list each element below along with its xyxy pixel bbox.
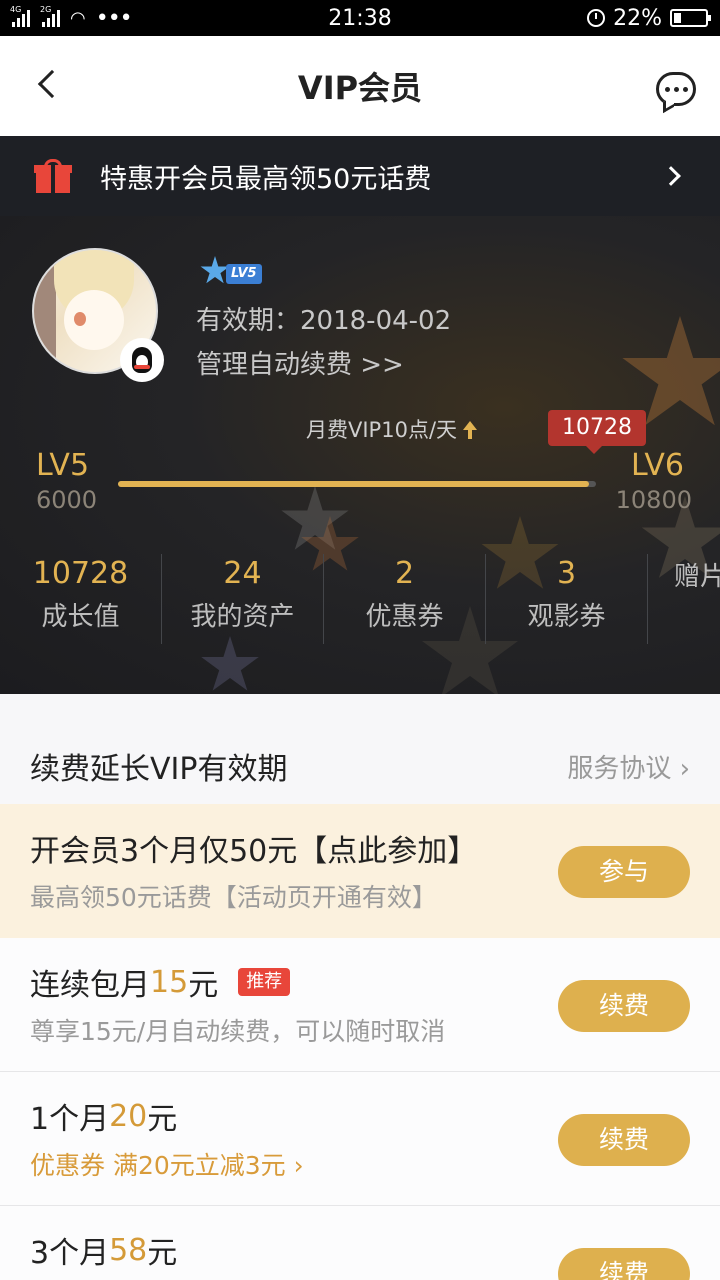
status-left: 4G 2G ◠ ••• [10,5,212,31]
app-header: VIP会员 [0,36,720,136]
valid-label: 有效期： [196,306,301,336]
plan-price: 58 [109,1232,148,1268]
stat-value: 3 [556,556,577,591]
stat-label: 观影券 [527,602,606,632]
stat-value: 10728 [32,556,129,591]
stat-growth[interactable]: 10728 成长值 [0,554,162,644]
status-time: 21:38 [328,5,392,31]
stat-label: 成长值 [41,602,120,632]
renew-button[interactable]: 续费 [558,1248,690,1280]
growth-progress-bar [118,481,596,487]
level-to-points: 10800 [615,486,692,514]
current-growth-tooltip: 10728 [548,410,646,454]
network-type-1: 4G [10,5,22,14]
plan-price: 20 [109,1098,148,1134]
decor-star [201,636,259,691]
stats-row: 10728 成长值 24 我的资产 2 优惠券 3 观影券 赠片 [0,554,720,644]
plan-1-month[interactable]: 1个月 20 元 优惠券 满20元立减3元 › 续费 [0,1072,720,1206]
valid-date: 2018-04-02 [300,306,452,336]
plan-title: 开会员3个月仅50元【点此参加】 [30,834,478,869]
chevron-right-icon [661,166,681,186]
plan-name: 连续包月 [30,968,150,1003]
signal-icon-1: 4G [10,5,30,27]
level-from-points: 6000 [36,486,98,514]
plan-title: 1个月 20 元 [30,1094,177,1138]
back-arrow-icon [37,69,67,99]
section-title: 续费延长VIP有效期 [30,752,288,787]
renew-button[interactable]: 续费 [558,1114,690,1166]
back-button[interactable] [30,66,70,106]
status-right: 22% [508,5,711,31]
growth-rate-text: 月费VIP10点/天 [306,418,458,442]
stat-value: 24 [223,556,262,591]
plan-promo[interactable]: 开会员3个月仅50元【点此参加】 最高领50元话费【活动页开通有效】 参与 [0,804,720,938]
message-button[interactable] [656,72,696,106]
stat-gift-films[interactable]: 赠片 [648,554,720,644]
promo-banner[interactable]: 特惠开会员最高领50元话费 [0,136,720,216]
signal-icon-2: 2G [40,5,60,27]
stat-assets[interactable]: 24 我的资产 [162,554,324,644]
growth-progress-fill [118,481,589,487]
plan-unit: 元 [147,1236,178,1271]
more-notifications-icon: ••• [95,5,133,31]
level-to: LV6 [630,448,684,483]
stat-label: 我的资产 [190,602,295,632]
stat-label: 赠片 [674,562,720,592]
growth-rate: 月费VIP10点/天 [306,414,478,444]
page-title: VIP会员 [297,69,423,107]
plan-name: 1个月 [30,1102,110,1137]
valid-until: 有效期：2018-04-02 [196,300,451,337]
battery-icon [670,9,711,27]
plan-title: 连续包月 15 元 推荐 [30,960,291,1004]
alarm-icon [587,9,606,27]
chevron-right-icon: › [679,753,690,784]
vip-level-badge: LV5 [200,256,266,288]
chevron-right-icon: › [293,1151,304,1180]
manage-auto-renew-link[interactable]: 管理自动续费 >> [196,344,404,381]
stat-label: 优惠券 [365,602,444,632]
stat-coupons[interactable]: 2 优惠券 [324,554,486,644]
vip-level-label: LV5 [226,264,262,284]
member-card: LV5 有效期：2018-04-02 管理自动续费 >> 月费VIP10点/天 … [0,216,720,694]
network-type-2: 2G [40,5,52,14]
plan-monthly-auto[interactable]: 连续包月 15 元 推荐 尊享15元/月自动续费，可以随时取消 续费 [0,938,720,1072]
status-bar: 4G 2G ◠ ••• 21:38 22% [0,0,720,36]
wifi-icon: ◠ [70,7,86,29]
plan-3-month[interactable]: 3个月 58 元 续费 [0,1206,720,1280]
recommended-badge: 推荐 [238,968,291,996]
level-from: LV5 [36,448,90,483]
plan-price: 15 [150,964,189,1000]
plan-name: 3个月 [30,1236,110,1271]
plan-subtitle: 最高领50元话费【活动页开通有效】 [30,883,437,912]
join-button[interactable]: 参与 [558,846,690,898]
qq-penguin-icon [120,338,164,382]
plan-subtitle: 尊享15元/月自动续费，可以随时取消 [30,1017,446,1046]
plan-unit: 元 [188,968,219,1003]
service-agreement-label: 服务协议 [567,753,672,784]
arrow-up-icon [463,420,478,439]
stat-movie-tickets[interactable]: 3 观影券 [486,554,648,644]
gift-icon [34,159,72,193]
renew-section-header: 续费延长VIP有效期 服务协议 › [0,726,720,806]
plan-unit: 元 [147,1102,178,1137]
service-agreement-link[interactable]: 服务协议 › [567,748,690,785]
renew-button[interactable]: 续费 [558,980,690,1032]
coupon-link[interactable]: 优惠券 满20元立减3元 › [30,1146,304,1182]
plan-title: 3个月 58 元 [30,1228,177,1272]
battery-percent: 22% [613,5,662,31]
stat-value: 2 [394,556,415,591]
coupon-text: 优惠券 满20元立减3元 [30,1151,286,1180]
promo-text: 特惠开会员最高领50元话费 [100,163,432,195]
